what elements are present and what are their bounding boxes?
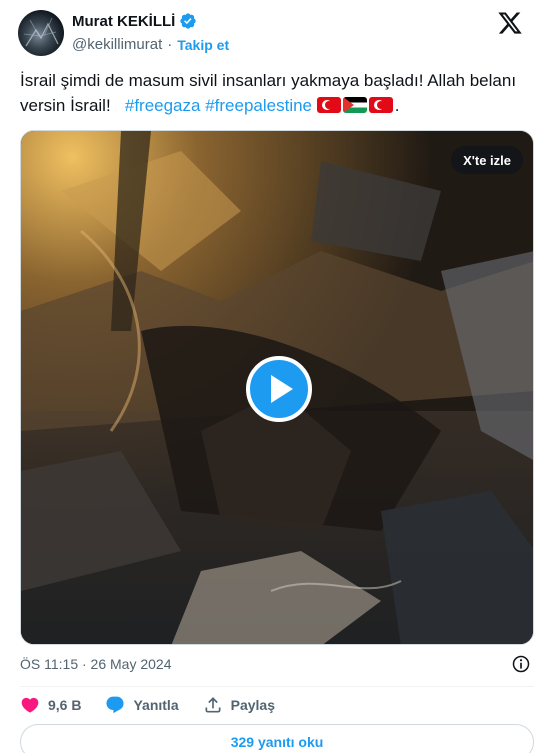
author-name-row: Murat KEKİLLİ <box>72 12 197 30</box>
share-label: Paylaş <box>230 697 275 713</box>
flag-turkey-icon <box>368 97 393 113</box>
info-icon[interactable] <box>511 654 531 674</box>
author-handle-row: @kekillimurat · Takip et <box>72 36 229 53</box>
author-handle[interactable]: @kekillimurat <box>72 36 162 53</box>
reply-bubble-icon <box>106 696 125 714</box>
follow-button[interactable]: Takip et <box>177 37 229 53</box>
separator-dot: · <box>167 36 173 53</box>
share-icon <box>205 697 221 713</box>
tweet-trailing: . <box>394 96 400 115</box>
play-icon <box>271 375 293 403</box>
like-count: 9,6 B <box>48 697 82 713</box>
tweet-card: Murat KEKİLLİ @kekillimurat · Takip et İ… <box>0 0 541 753</box>
like-button[interactable]: 9,6 B <box>20 695 81 715</box>
video-player[interactable]: X'te izle <box>20 130 534 645</box>
divider <box>20 686 534 687</box>
hashtag-link[interactable]: #freepalestine <box>205 96 312 115</box>
avatar[interactable] <box>18 10 64 56</box>
reply-label: Yanıtla <box>133 697 179 713</box>
action-bar: 9,6 B Yanıtla Paylaş <box>20 694 299 716</box>
flag-turkey-icon <box>316 97 341 113</box>
flag-palestine-icon <box>342 97 367 113</box>
hashtag-link[interactable]: #freegaza <box>125 96 201 115</box>
play-button[interactable] <box>246 356 312 422</box>
reply-button[interactable]: Yanıtla <box>105 695 179 715</box>
watch-on-x-button[interactable]: X'te izle <box>451 146 523 174</box>
author-display-name[interactable]: Murat KEKİLLİ <box>72 13 175 30</box>
tweet-text: İsrail şimdi de masum sivil insanları ya… <box>20 68 525 118</box>
verified-badge-icon <box>180 13 197 29</box>
share-button[interactable]: Paylaş <box>203 695 275 715</box>
x-logo-icon[interactable] <box>497 10 523 36</box>
read-replies-button[interactable]: 329 yanıtı oku <box>20 724 534 753</box>
tweet-timestamp[interactable]: ÖS 11:15 · 26 May 2024 <box>20 656 172 672</box>
heart-icon <box>21 697 39 713</box>
